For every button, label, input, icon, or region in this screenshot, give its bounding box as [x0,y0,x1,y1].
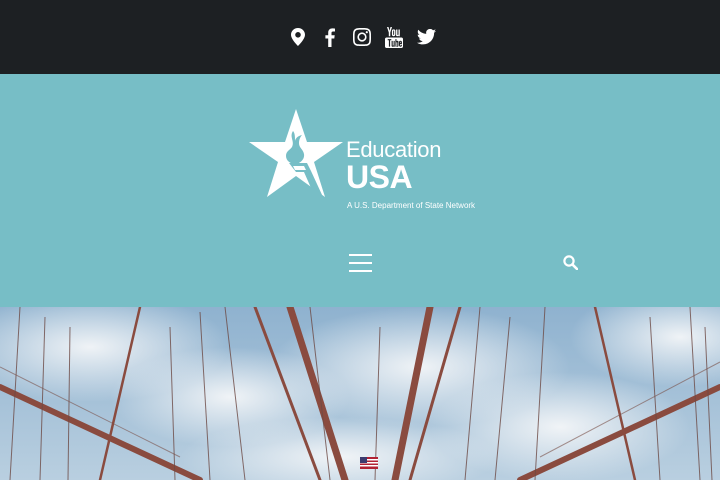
logo-tagline: A U.S. Department of State Network [347,201,476,210]
youtube-link[interactable] [378,21,410,53]
search-button[interactable] [563,255,579,271]
instagram-link[interactable] [346,21,378,53]
twitter-icon [416,29,436,45]
location-link[interactable] [282,21,314,53]
star-torch-icon [249,109,343,197]
instagram-icon [353,28,371,46]
social-links [282,21,442,53]
american-flag [360,457,378,469]
top-social-bar [0,0,720,74]
facebook-link[interactable] [314,21,346,53]
youtube-icon [385,26,403,48]
hamburger-line [349,254,372,256]
map-marker-icon [291,28,305,46]
hero-bridge-image [0,307,720,480]
search-icon [563,255,579,271]
logo-word-usa: USA [346,159,413,195]
twitter-link[interactable] [410,21,442,53]
hamburger-menu-icon[interactable] [349,253,372,272]
educationusa-logo[interactable]: Education USA A U.S. Department of State… [249,109,479,213]
bridge-photo [0,307,720,480]
hamburger-line [349,270,372,272]
facebook-icon [325,27,335,47]
hamburger-line [349,262,372,264]
